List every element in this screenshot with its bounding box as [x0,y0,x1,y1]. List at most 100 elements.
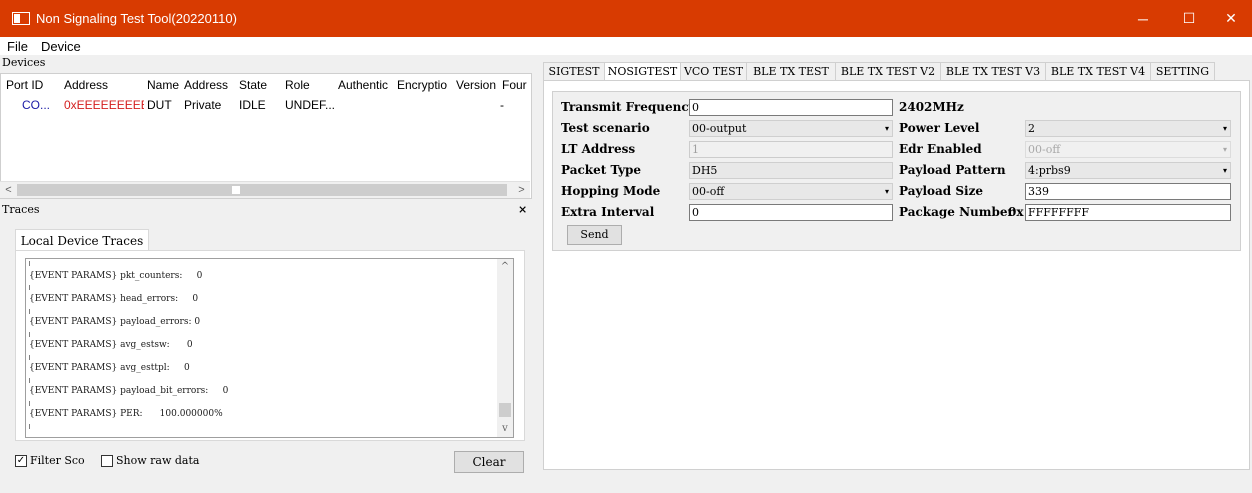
trace-line: {EVENT PARAMS} avg_estsw: 0 [29,340,193,350]
check-icon: ✓ [15,454,27,467]
trace-line: {EVENT PARAMS} avg_esttpl: 0 [29,363,190,373]
cell-address-type: Private [184,98,222,112]
chevron-down-icon: ▾ [1222,145,1227,154]
payload-pattern-value: 4:prbs9 [1028,164,1071,177]
trace-separator [29,355,30,360]
trace-separator [29,378,30,383]
package-number-input[interactable]: FFFFFFFF [1025,204,1231,221]
col-encryption[interactable]: Encryptio [397,78,455,92]
traces-panel: Local Device Traces {EVENT PARAMS} pkt_c… [0,218,532,480]
trace-separator [29,261,30,266]
payload-size-input[interactable]: 339 [1025,183,1231,200]
edr-enabled-value: 00-off [1028,143,1061,156]
trace-line: {EVENT PARAMS} PER: 100.000000% [29,409,223,419]
traces-frame: {EVENT PARAMS} pkt_counters: 0 {EVENT PA… [15,250,525,441]
trace-vscrollbar[interactable]: ^ v [497,259,513,437]
scroll-left-icon[interactable]: < [0,182,17,198]
tab-setting[interactable]: SETTING [1150,62,1215,81]
menu-bar: File Device [0,37,1252,55]
filter-sco-checkbox[interactable]: ✓ Filter Sco [15,454,85,467]
trace-separator [29,332,30,337]
minimize-button[interactable]: ─ [1120,0,1166,37]
power-level-value: 2 [1028,122,1035,135]
col-four[interactable]: Four [502,78,531,92]
cell-name: DUT [147,98,172,112]
nosigtest-panel: Transmit Frequency 0 2402MHz Test scenar… [543,80,1250,470]
tab-ble-tx-test-v4[interactable]: BLE TX TEST V4 [1045,62,1151,81]
trace-line: {EVENT PARAMS} head_errors: 0 [29,294,199,304]
devices-hscrollbar[interactable]: < > [0,181,530,198]
show-raw-data-checkbox[interactable]: Show raw data [101,454,199,467]
hopping-mode-value: 00-off [692,185,725,198]
trace-separator [29,424,30,429]
cell-port: CO... [22,98,51,112]
trace-separator [29,309,30,314]
payload-pattern-select[interactable]: 4:prbs9 ▾ [1025,162,1231,179]
tab-local-device-traces[interactable]: Local Device Traces [15,229,149,251]
edr-enabled-select: 00-off ▾ [1025,141,1231,158]
scroll-down-icon[interactable]: v [497,421,513,437]
unchecked-box [101,454,113,467]
title-bar: Non Signaling Test Tool(20220110) ─ ☐ ✕ [0,0,1252,37]
filter-sco-label: Filter Sco [30,454,85,467]
payload-size-label: Payload Size [899,184,984,198]
close-button[interactable]: ✕ [1208,0,1252,37]
menu-device[interactable]: Device [34,39,87,54]
col-port-id[interactable]: Port ID [6,78,43,92]
trace-scroll-thumb[interactable] [499,403,511,417]
traces-title-bar: Traces × [0,202,532,218]
table-row[interactable]: CO... 0xEEEEEEEEE... DUT Private IDLE UN… [1,98,533,116]
devices-table-header: Port ID Address Name Address State Role … [1,78,533,96]
col-address-type[interactable]: Address [184,78,228,92]
lt-address-input: 1 [689,141,893,158]
package-number-label: Package Number [899,205,1014,219]
tab-nosigtest[interactable]: NOSIGTEST [604,62,681,82]
col-authentic[interactable]: Authentic [338,78,396,92]
window-title: Non Signaling Test Tool(20220110) [36,11,237,26]
col-state[interactable]: State [239,78,267,92]
trace-separator [29,285,30,290]
scroll-thumb[interactable] [17,184,507,196]
cell-four: - [500,98,504,112]
chevron-down-icon: ▾ [884,187,889,196]
extra-interval-input[interactable]: 0 [689,204,893,221]
transmit-frequency-input[interactable]: 0 [689,99,893,116]
col-version[interactable]: Version [456,78,500,92]
tab-sigtest[interactable]: SIGTEST [543,62,605,81]
maximize-button[interactable]: ☐ [1166,0,1212,37]
send-button[interactable]: Send [567,225,622,245]
nosigtest-form: Transmit Frequency 0 2402MHz Test scenar… [552,91,1241,251]
frequency-mhz-label: 2402MHz [899,100,964,114]
col-name[interactable]: Name [147,78,183,92]
hopping-mode-label: Hopping Mode [561,184,661,198]
test-scenario-select[interactable]: 00-output ▾ [689,120,893,137]
payload-pattern-label: Payload Pattern [899,163,1006,177]
traces-title: Traces [2,203,40,216]
tab-vco-test[interactable]: VCO TEST [680,62,747,81]
edr-enabled-label: Edr Enabled [899,142,982,156]
tab-ble-tx-test[interactable]: BLE TX TEST [746,62,836,81]
chevron-down-icon: ▾ [1222,166,1227,175]
scroll-up-icon[interactable]: ^ [497,259,513,275]
power-level-label: Power Level [899,121,980,135]
power-level-select[interactable]: 2 ▾ [1025,120,1231,137]
clear-button[interactable]: Clear [454,451,524,473]
col-role[interactable]: Role [285,78,310,92]
tab-ble-tx-test-v3[interactable]: BLE TX TEST V3 [940,62,1046,81]
lt-address-label: LT Address [561,142,636,156]
packet-type-select[interactable]: DH5 [689,162,893,179]
hopping-mode-select[interactable]: 00-off ▾ [689,183,893,200]
scroll-right-icon[interactable]: > [513,182,530,198]
cell-state: IDLE [239,98,266,112]
test-scenario-label: Test scenario [561,121,650,135]
trace-line: {EVENT PARAMS} pkt_counters: 0 [29,271,203,281]
trace-log[interactable]: {EVENT PARAMS} pkt_counters: 0 {EVENT PA… [25,258,514,438]
traces-close-icon[interactable]: × [518,202,532,218]
cell-role: UNDEF... [285,98,336,112]
test-tabs: SIGTEST NOSIGTEST VCO TEST BLE TX TEST B… [543,62,1215,82]
cell-address: 0xEEEEEEEEE... [64,98,144,112]
menu-file[interactable]: File [0,39,34,54]
show-raw-data-label: Show raw data [116,454,200,467]
tab-ble-tx-test-v2[interactable]: BLE TX TEST V2 [835,62,941,81]
col-address[interactable]: Address [64,78,108,92]
